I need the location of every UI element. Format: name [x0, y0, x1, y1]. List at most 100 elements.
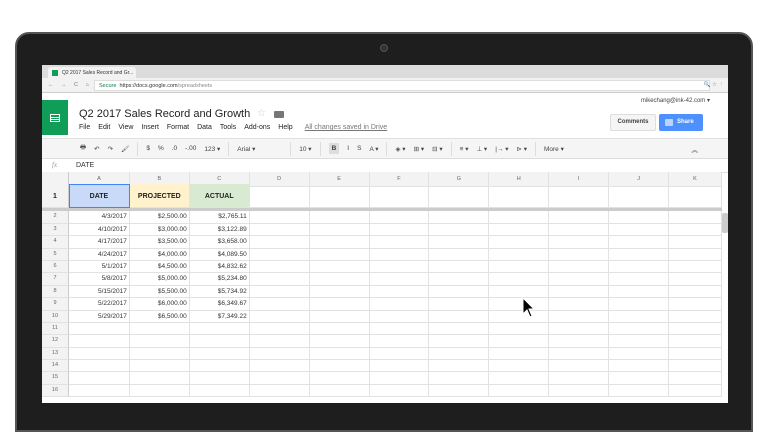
cell[interactable]: $6,349.67: [189, 298, 250, 311]
row-header[interactable]: 7: [42, 273, 69, 286]
menu-help[interactable]: Help: [278, 124, 292, 131]
cell[interactable]: 4/10/2017: [68, 223, 130, 237]
menu-add-ons[interactable]: Add-ons: [244, 124, 270, 131]
formula-input[interactable]: DATE: [76, 162, 94, 169]
cell[interactable]: [549, 298, 610, 311]
cell[interactable]: [429, 223, 490, 237]
cell[interactable]: [669, 285, 722, 299]
cell[interactable]: [369, 322, 430, 336]
cell[interactable]: [429, 184, 490, 209]
cell[interactable]: [309, 236, 370, 249]
cell[interactable]: [549, 211, 610, 224]
cell[interactable]: [429, 372, 490, 385]
cell[interactable]: [129, 360, 190, 373]
toolbar-button[interactable]: B: [328, 143, 340, 154]
vertical-scrollbar[interactable]: [722, 213, 728, 233]
cell[interactable]: [669, 184, 722, 209]
toolbar-button[interactable]: $: [146, 145, 150, 152]
cell[interactable]: $6,500.00: [129, 310, 190, 323]
header-cell[interactable]: DATE: [68, 184, 130, 209]
comments-button[interactable]: Comments: [610, 114, 656, 131]
header-cell[interactable]: ACTUAL: [189, 184, 250, 209]
toolbar-button[interactable]: ⊥ ▾: [476, 145, 487, 153]
cell[interactable]: [669, 211, 722, 224]
cell[interactable]: [309, 260, 370, 274]
cell[interactable]: [189, 335, 250, 348]
cell[interactable]: [609, 285, 670, 299]
cell[interactable]: [309, 310, 370, 323]
bookmark-star-icon[interactable]: 🔍 ☆ ⋮: [704, 82, 724, 88]
cell[interactable]: [669, 384, 722, 398]
cell[interactable]: [669, 335, 722, 348]
cell[interactable]: [68, 335, 130, 348]
cell[interactable]: [189, 360, 250, 373]
cell[interactable]: [249, 322, 310, 336]
row-header[interactable]: 14: [42, 360, 69, 373]
cell[interactable]: [609, 273, 670, 286]
document-title[interactable]: Q2 2017 Sales Record and Growth: [79, 108, 250, 120]
cell[interactable]: [249, 260, 310, 274]
toolbar-button[interactable]: 🖌: [121, 145, 129, 153]
row-header[interactable]: 12: [42, 335, 69, 348]
cell[interactable]: $3,000.00: [129, 223, 190, 237]
cell[interactable]: [609, 184, 670, 209]
row-header[interactable]: 9: [42, 298, 69, 311]
toolbar-button[interactable]: %: [158, 145, 164, 152]
cell[interactable]: [369, 384, 430, 398]
cell[interactable]: [189, 384, 250, 398]
cell[interactable]: [249, 184, 310, 209]
cell[interactable]: [369, 260, 430, 274]
cell[interactable]: [549, 347, 610, 361]
cell[interactable]: [489, 335, 550, 348]
cell[interactable]: [68, 372, 130, 385]
cell[interactable]: [249, 360, 310, 373]
cell[interactable]: [549, 322, 610, 336]
cell[interactable]: [549, 360, 610, 373]
toolbar-button[interactable]: More ▾: [544, 145, 564, 153]
menu-view[interactable]: View: [118, 124, 133, 131]
menu-data[interactable]: Data: [197, 124, 212, 131]
cell[interactable]: [489, 384, 550, 398]
cell[interactable]: [549, 260, 610, 274]
cell[interactable]: [369, 310, 430, 323]
cell[interactable]: 5/22/2017: [68, 298, 130, 311]
cell[interactable]: $2,500.00: [129, 211, 190, 224]
cell[interactable]: [489, 298, 550, 311]
toolbar-button[interactable]: ↶: [94, 145, 99, 153]
cell[interactable]: [609, 310, 670, 323]
cell[interactable]: $5,734.92: [189, 285, 250, 299]
cell[interactable]: [669, 298, 722, 311]
cell[interactable]: [369, 184, 430, 209]
cell[interactable]: [309, 273, 370, 286]
row-header[interactable]: 11: [42, 322, 69, 336]
cell[interactable]: [309, 248, 370, 261]
cell[interactable]: [549, 384, 610, 398]
cell[interactable]: [129, 384, 190, 398]
cell[interactable]: [309, 322, 370, 336]
cell[interactable]: 4/3/2017: [68, 211, 130, 224]
toolbar-button[interactable]: .0: [172, 145, 177, 152]
cell[interactable]: [309, 335, 370, 348]
cell[interactable]: [369, 347, 430, 361]
cell[interactable]: [369, 285, 430, 299]
cell[interactable]: [249, 223, 310, 237]
row-header[interactable]: 13: [42, 347, 69, 361]
url-input[interactable]: Secure https://docs.google.com/spreadshe…: [94, 80, 710, 91]
row-header[interactable]: 2: [42, 211, 69, 224]
toolbar-button[interactable]: I: [347, 145, 349, 152]
toolbar-button[interactable]: ↷: [108, 145, 113, 153]
cell[interactable]: [609, 211, 670, 224]
toolbar-button[interactable]: |→ ▾: [495, 145, 508, 153]
cell[interactable]: [68, 322, 130, 336]
toolbar-button[interactable]: ◈ ▾: [395, 145, 405, 153]
row-header[interactable]: 5: [42, 248, 69, 261]
cell[interactable]: 5/8/2017: [68, 273, 130, 286]
cell[interactable]: [249, 248, 310, 261]
cell[interactable]: [489, 310, 550, 323]
toolbar-button[interactable]: 123 ▾: [204, 145, 220, 153]
cell[interactable]: [489, 285, 550, 299]
cell[interactable]: [309, 372, 370, 385]
menu-file[interactable]: File: [79, 124, 90, 131]
cell[interactable]: [309, 211, 370, 224]
cell[interactable]: $3,122.89: [189, 223, 250, 237]
